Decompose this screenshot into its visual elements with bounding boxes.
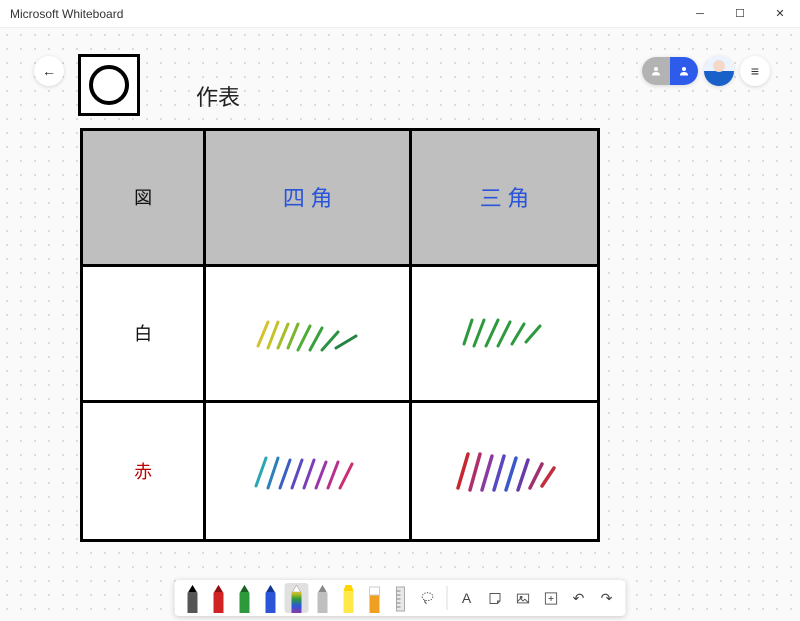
row1-label-cell[interactable]: 白 [83,267,206,400]
green-scribble [444,308,564,358]
highlighter[interactable] [337,583,361,613]
pen-red[interactable] [207,583,231,613]
user-avatar[interactable] [704,56,734,86]
row1-cell2[interactable] [206,267,412,400]
square-outline-icon [78,54,140,116]
window-titlebar: Microsoft Whiteboard ─ ☐ ✕ [0,0,800,28]
undo-button[interactable]: ↶ [566,585,592,611]
row2-cell3[interactable] [412,403,597,539]
share-private-icon [642,57,670,85]
pen-black[interactable] [181,583,205,613]
share-toggle[interactable] [642,57,698,85]
circle-sticker[interactable] [78,54,140,116]
ruler[interactable] [389,583,413,613]
redo-button[interactable]: ↷ [594,585,620,611]
minimize-button[interactable]: ─ [680,0,720,28]
top-right-controls: ≡ [642,56,770,86]
menu-icon: ≡ [751,63,759,79]
header-cell-3[interactable]: 三 角 [412,131,597,264]
arrow-left-icon: ← [42,63,56,79]
yellow-green-scribble [248,308,368,358]
row1-cell3[interactable] [412,267,597,400]
lasso-button[interactable] [415,585,441,611]
app-title: Microsoft Whiteboard [10,7,123,21]
row2-label-cell[interactable]: 赤 [83,403,206,539]
pen-green[interactable] [233,583,257,613]
text-icon: A [462,590,471,606]
image-button[interactable] [510,585,536,611]
text-button[interactable]: A [454,585,480,611]
pen-rainbow[interactable] [285,583,309,613]
table-row: 白 [83,267,597,403]
add-button[interactable] [538,585,564,611]
table-row: 赤 [83,403,597,539]
eraser[interactable] [363,583,387,613]
settings-button[interactable]: ≡ [740,56,770,86]
note-button[interactable] [482,585,508,611]
undo-icon: ↶ [573,590,585,607]
back-button[interactable]: ← [34,56,64,86]
redo-icon: ↷ [601,590,613,607]
rainbow-scribble-2 [444,446,564,496]
row2-cell2[interactable] [206,403,412,539]
inserted-table[interactable]: 図 四 角 三 角 白 [80,128,600,542]
circle-icon [89,65,129,105]
table-header-row: 図 四 角 三 角 [83,131,597,267]
header-cell-2[interactable]: 四 角 [206,131,412,264]
pen-blue[interactable] [259,583,283,613]
pen-gray-hi[interactable] [311,583,335,613]
header-cell-1[interactable]: 図 [83,131,206,264]
share-shared-icon [670,57,698,85]
bottom-toolbar: A ↶ ↷ [175,580,626,616]
whiteboard-canvas[interactable]: ← 作表 ≡ 図 四 角 三 角 白 [0,28,800,621]
toolbar-divider [447,586,448,610]
rainbow-scribble-1 [248,446,368,496]
page-title: 作表 [196,80,240,112]
maximize-button[interactable]: ☐ [720,0,760,28]
close-button[interactable]: ✕ [760,0,800,28]
